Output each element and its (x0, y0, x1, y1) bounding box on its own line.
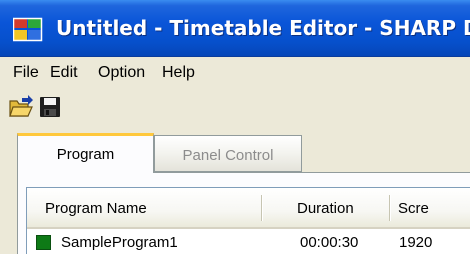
column-header-duration[interactable]: Duration (297, 188, 354, 227)
tab-strip-background (300, 135, 470, 173)
menu-bar: File Edit Option Help (0, 57, 470, 90)
tab-panel-control[interactable]: Panel Control (154, 135, 302, 172)
column-divider[interactable] (389, 195, 391, 221)
menu-edit[interactable]: Edit (50, 64, 78, 82)
program-name-cell: SampleProgram1 (61, 234, 178, 251)
open-folder-icon (9, 95, 33, 117)
title-bar[interactable]: Untitled - Timetable Editor - SHARP D (0, 0, 470, 57)
program-list[interactable]: Program Name Duration Scre SampleProgram… (26, 187, 470, 254)
tab-program[interactable]: Program (17, 133, 154, 173)
table-row[interactable]: SampleProgram1 00:00:30 1920 (27, 229, 470, 254)
menu-help[interactable]: Help (162, 64, 195, 82)
column-divider[interactable] (261, 195, 263, 221)
save-disk-icon (40, 97, 60, 117)
menu-file[interactable]: File (13, 64, 39, 82)
toolbar (0, 90, 470, 126)
duration-cell: 00:00:30 (300, 234, 359, 251)
list-header: Program Name Duration Scre (27, 188, 470, 229)
program-color-swatch (36, 235, 51, 250)
window-title: Untitled - Timetable Editor - SHARP D (56, 16, 470, 40)
save-button[interactable] (37, 94, 63, 120)
column-header-screen[interactable]: Scre (398, 188, 429, 227)
column-header-program-name[interactable]: Program Name (45, 188, 147, 227)
tab-strip: Panel Control Program (17, 133, 470, 173)
menu-option[interactable]: Option (98, 64, 145, 82)
screen-cell: 1920 (399, 234, 433, 251)
open-button[interactable] (8, 94, 34, 120)
app-window: Untitled - Timetable Editor - SHARP D Fi… (0, 0, 470, 254)
app-icon (13, 17, 43, 42)
